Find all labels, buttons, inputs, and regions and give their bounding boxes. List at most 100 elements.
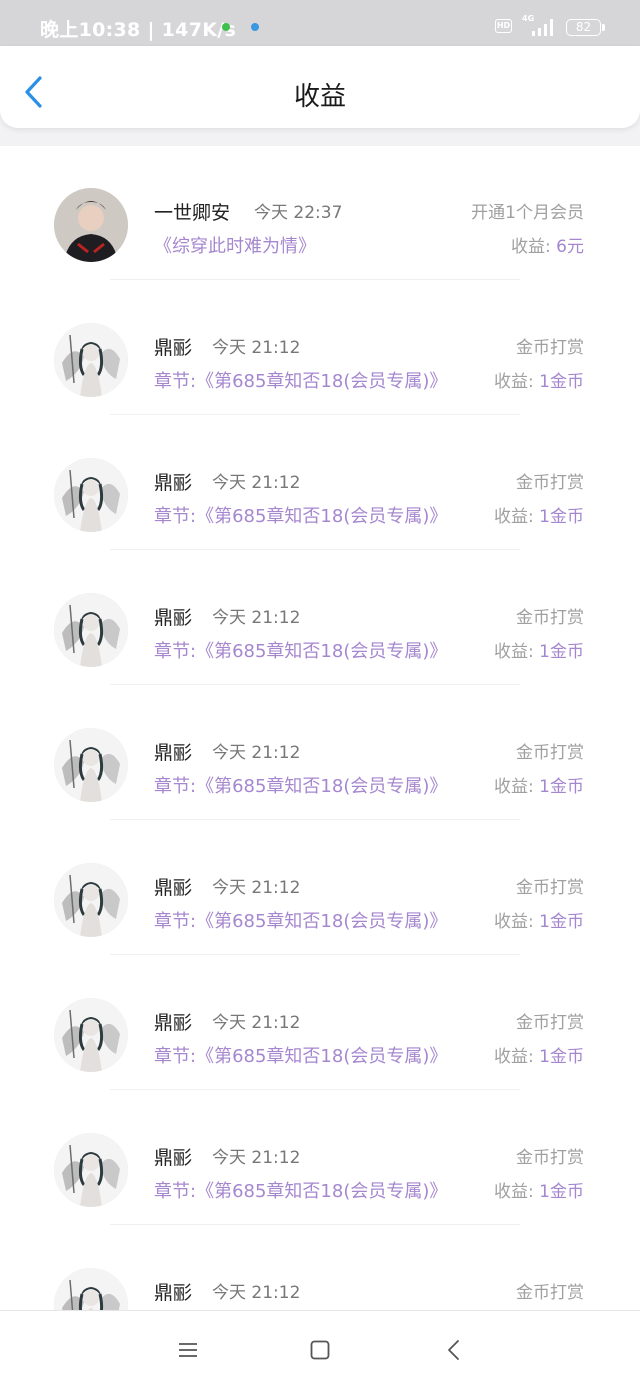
user-name[interactable]: 一世卿安 xyxy=(154,198,230,225)
record-time: 今天 21:12 xyxy=(212,743,301,763)
income-record[interactable]: 鼎彨 今天 21:12 金币打赏章节:《第685章知否18(会员专属)》 收益: 1金… xyxy=(0,416,640,550)
income-value: 1金币 xyxy=(539,777,584,797)
record-detail[interactable]: 《综穿此时难为情》 xyxy=(154,232,316,258)
battery-tip xyxy=(602,24,605,31)
income-value: 1金币 xyxy=(539,372,584,392)
status-bar: 晚上10:38 | 147K/s HD 4G 82 xyxy=(0,0,640,46)
user-avatar[interactable] xyxy=(54,728,128,802)
top-bar: 收益 xyxy=(0,46,640,128)
income-value: 6元 xyxy=(556,237,584,257)
record-type: 金币打赏 xyxy=(516,608,584,628)
user-avatar[interactable] xyxy=(54,458,128,532)
record-time: 今天 21:12 xyxy=(212,878,301,898)
record-type: 金币打赏 xyxy=(516,1148,584,1168)
record-time: 今天 21:12 xyxy=(212,338,301,358)
record-income: 收益: 6元 xyxy=(511,232,584,257)
user-name[interactable]: 鼎彨 xyxy=(154,603,192,630)
record-income: 收益: 1金币 xyxy=(494,367,584,392)
user-avatar[interactable] xyxy=(54,1133,128,1207)
back-triangle-icon[interactable] xyxy=(443,1339,465,1361)
user-name[interactable]: 鼎彨 xyxy=(154,873,192,900)
record-time: 今天 22:37 xyxy=(254,203,343,223)
signal-icon xyxy=(532,19,553,36)
income-label: 收益: xyxy=(494,912,540,932)
record-detail[interactable]: 章节:《第685章知否18(会员专属)》 xyxy=(154,907,447,933)
record-type: 金币打赏 xyxy=(516,878,584,898)
record-detail[interactable]: 章节:《第685章知否18(会员专属)》 xyxy=(154,502,447,528)
home-square-icon[interactable] xyxy=(309,1339,331,1361)
record-income: 收益: 1金币 xyxy=(494,1042,584,1067)
income-value: 1金币 xyxy=(539,642,584,662)
income-record[interactable]: 鼎彨 今天 21:12 金币打赏章节:《第685章知否18(会员专属)》 收益: 1金… xyxy=(0,281,640,415)
menu-icon[interactable] xyxy=(177,1339,199,1361)
user-avatar[interactable] xyxy=(54,1268,128,1310)
row-divider xyxy=(110,684,520,685)
income-record[interactable]: 鼎彨 今天 21:12 金币打赏章节:《第685章知否18(会员专属)》 收益: 1金… xyxy=(0,821,640,955)
income-record[interactable]: 鼎彨 今天 21:12 金币打赏 xyxy=(0,1226,640,1310)
row-divider xyxy=(110,1089,520,1090)
record-type: 金币打赏 xyxy=(516,1283,584,1303)
record-income: 收益: 1金币 xyxy=(494,1177,584,1202)
record-time: 今天 21:12 xyxy=(212,1013,301,1033)
record-type: 金币打赏 xyxy=(516,338,584,358)
income-label: 收益: xyxy=(494,642,540,662)
user-name[interactable]: 鼎彨 xyxy=(154,1278,192,1305)
user-avatar[interactable] xyxy=(54,323,128,397)
record-time: 今天 21:12 xyxy=(212,608,301,628)
record-type: 金币打赏 xyxy=(516,743,584,763)
record-time: 今天 21:12 xyxy=(212,1283,301,1303)
record-type: 金币打赏 xyxy=(516,473,584,493)
income-list[interactable]: 一世卿安 今天 22:37 开通1个月会员 《综穿此时难为情》 收益: 6元 鼎彨 今天 2… xyxy=(0,146,640,1310)
row-divider xyxy=(110,954,520,955)
income-value: 1金币 xyxy=(539,1047,584,1067)
user-name[interactable]: 鼎彨 xyxy=(154,333,192,360)
record-income: 收益: 1金币 xyxy=(494,772,584,797)
page-title: 收益 xyxy=(293,82,346,112)
income-record[interactable]: 一世卿安 今天 22:37 开通1个月会员《综穿此时难为情》 收益: 6元 xyxy=(0,146,640,280)
income-record[interactable]: 鼎彨 今天 21:12 金币打赏章节:《第685章知否18(会员专属)》 收益: 1金… xyxy=(0,1091,640,1225)
income-value: 1金币 xyxy=(539,507,584,527)
status-time: 晚上10:38 | 147K/s xyxy=(40,19,237,41)
row-divider xyxy=(110,819,520,820)
income-value: 1金币 xyxy=(539,912,584,932)
user-name[interactable]: 鼎彨 xyxy=(154,738,192,765)
income-label: 收益: xyxy=(494,1047,540,1067)
income-record[interactable]: 鼎彨 今天 21:12 金币打赏章节:《第685章知否18(会员专属)》 收益: 1金… xyxy=(0,956,640,1090)
row-divider xyxy=(110,414,520,415)
income-value: 1金币 xyxy=(539,1182,584,1202)
record-income: 收益: 1金币 xyxy=(494,907,584,932)
notification-dot-icon xyxy=(251,23,259,31)
notification-dot-icon xyxy=(222,23,230,31)
income-label: 收益: xyxy=(511,237,557,257)
row-divider xyxy=(110,279,520,280)
user-name[interactable]: 鼎彨 xyxy=(154,1143,192,1170)
system-nav-bar xyxy=(0,1310,640,1387)
row-divider xyxy=(110,549,520,550)
record-detail[interactable]: 章节:《第685章知否18(会员专属)》 xyxy=(154,1042,447,1068)
income-label: 收益: xyxy=(494,507,540,527)
hd-icon: HD xyxy=(495,19,512,33)
record-time: 今天 21:12 xyxy=(212,1148,301,1168)
user-avatar[interactable] xyxy=(54,998,128,1072)
user-name[interactable]: 鼎彨 xyxy=(154,1008,192,1035)
record-detail[interactable]: 章节:《第685章知否18(会员专属)》 xyxy=(154,367,447,393)
row-divider xyxy=(110,1224,520,1225)
income-label: 收益: xyxy=(494,1182,540,1202)
record-detail[interactable]: 章节:《第685章知否18(会员专属)》 xyxy=(154,637,447,663)
record-income: 收益: 1金币 xyxy=(494,502,584,527)
user-avatar[interactable] xyxy=(54,593,128,667)
record-type: 开通1个月会员 xyxy=(471,203,584,223)
income-label: 收益: xyxy=(494,372,540,392)
record-type: 金币打赏 xyxy=(516,1013,584,1033)
record-time: 今天 21:12 xyxy=(212,473,301,493)
income-record[interactable]: 鼎彨 今天 21:12 金币打赏章节:《第685章知否18(会员专属)》 收益: 1金… xyxy=(0,551,640,685)
battery-icon: 82 xyxy=(566,19,601,36)
user-name[interactable]: 鼎彨 xyxy=(154,468,192,495)
record-detail[interactable]: 章节:《第685章知否18(会员专属)》 xyxy=(154,772,447,798)
record-detail[interactable]: 章节:《第685章知否18(会员专属)》 xyxy=(154,1177,447,1203)
user-avatar[interactable] xyxy=(54,863,128,937)
income-record[interactable]: 鼎彨 今天 21:12 金币打赏章节:《第685章知否18(会员专属)》 收益: 1金… xyxy=(0,686,640,820)
income-label: 收益: xyxy=(494,777,540,797)
record-income: 收益: 1金币 xyxy=(494,637,584,662)
user-avatar[interactable] xyxy=(54,188,128,262)
